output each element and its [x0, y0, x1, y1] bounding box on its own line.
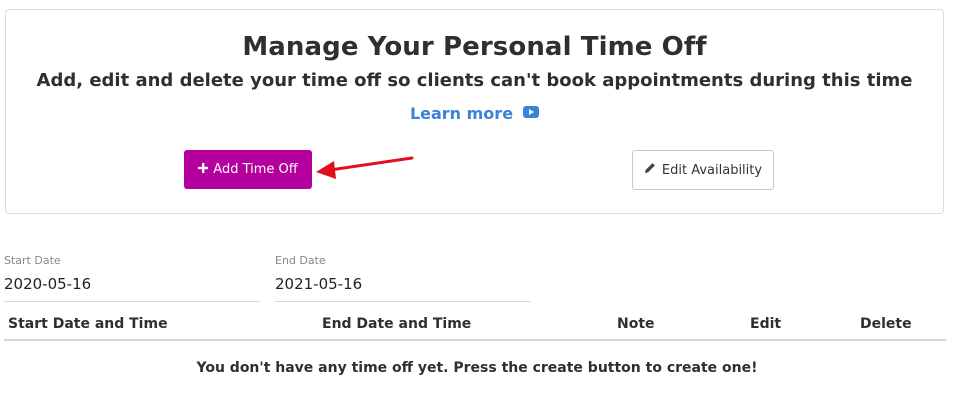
youtube-play-icon	[523, 103, 540, 122]
time-off-header-card: Manage Your Personal Time Off Add, edit …	[5, 9, 944, 214]
add-time-off-label: Add Time Off	[213, 162, 298, 177]
page-title: Manage Your Personal Time Off	[242, 32, 707, 62]
column-start-date-time: Start Date and Time	[8, 316, 168, 332]
start-date-label: Start Date	[4, 254, 61, 267]
column-note: Note	[617, 316, 655, 332]
start-date-filter: Start Date 2020-05-16	[4, 254, 260, 302]
pencil-icon	[644, 162, 656, 178]
add-time-off-button[interactable]: Add Time Off	[184, 150, 312, 189]
end-date-label: End Date	[275, 254, 326, 267]
start-date-input[interactable]: 2020-05-16	[4, 275, 260, 302]
page-subtitle: Add, edit and delete your time off so cl…	[36, 70, 913, 91]
edit-availability-button[interactable]: Edit Availability	[632, 150, 774, 190]
column-delete: Delete	[860, 316, 912, 332]
red-arrow-icon	[314, 155, 414, 187]
learn-more-label: Learn more	[409, 104, 514, 123]
empty-state-message: You don't have any time off yet. Press t…	[196, 360, 758, 376]
edit-availability-label: Edit Availability	[661, 162, 763, 178]
learn-more-link[interactable]: Learn more	[6, 104, 943, 124]
column-edit: Edit	[750, 316, 782, 332]
column-end-date-time: End Date and Time	[322, 316, 472, 332]
time-off-table-header: Start Date and Time End Date and Time No…	[4, 308, 946, 341]
end-date-filter: End Date 2021-05-16	[275, 254, 531, 302]
plus-icon	[198, 162, 209, 177]
end-date-input[interactable]: 2021-05-16	[275, 275, 531, 302]
